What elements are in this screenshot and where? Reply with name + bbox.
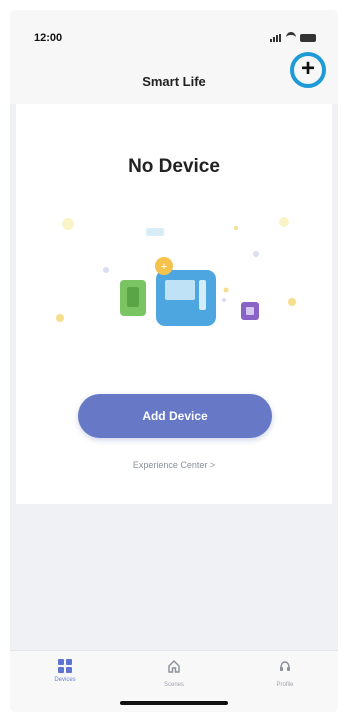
status-time: 12:00: [34, 32, 63, 44]
experience-center-link[interactable]: Experience Center >: [16, 460, 332, 470]
tab-devices[interactable]: Devices: [30, 659, 100, 683]
plus-icon: +: [300, 55, 315, 82]
signal-icon: [270, 33, 282, 42]
status-bar: 12:00: [10, 10, 338, 62]
tab-label: Scenes: [163, 682, 184, 688]
svg-text:+: +: [161, 261, 167, 273]
home-icon: [168, 660, 180, 673]
tab-scenes[interactable]: Scenes: [139, 659, 209, 688]
page-title: Smart Life: [142, 74, 206, 89]
tab-label: Devices: [54, 677, 76, 683]
no-device-title: No Device: [128, 156, 220, 177]
no-device-illustration-icon: +: [56, 217, 296, 326]
add-button[interactable]: +: [290, 52, 326, 88]
tab-bar: Devices Scenes Profile: [10, 650, 338, 712]
nav-bar: Smart Life: [10, 62, 338, 104]
grid-icon: [58, 659, 72, 673]
tab-profile[interactable]: Profile: [250, 659, 320, 688]
tab-label: Profile: [276, 682, 294, 688]
wifi-icon: [286, 32, 296, 43]
empty-state-card: No Device + Add Device Experience Center…: [16, 104, 332, 504]
home-indicator: [120, 701, 228, 705]
battery-icon: [300, 33, 316, 42]
phone-screen: 12:00 Smart Life + No Device + Add Devic…: [10, 10, 338, 712]
add-device-button[interactable]: Add Device: [78, 394, 272, 438]
status-icons: [270, 32, 316, 43]
profile-icon: [280, 661, 290, 671]
